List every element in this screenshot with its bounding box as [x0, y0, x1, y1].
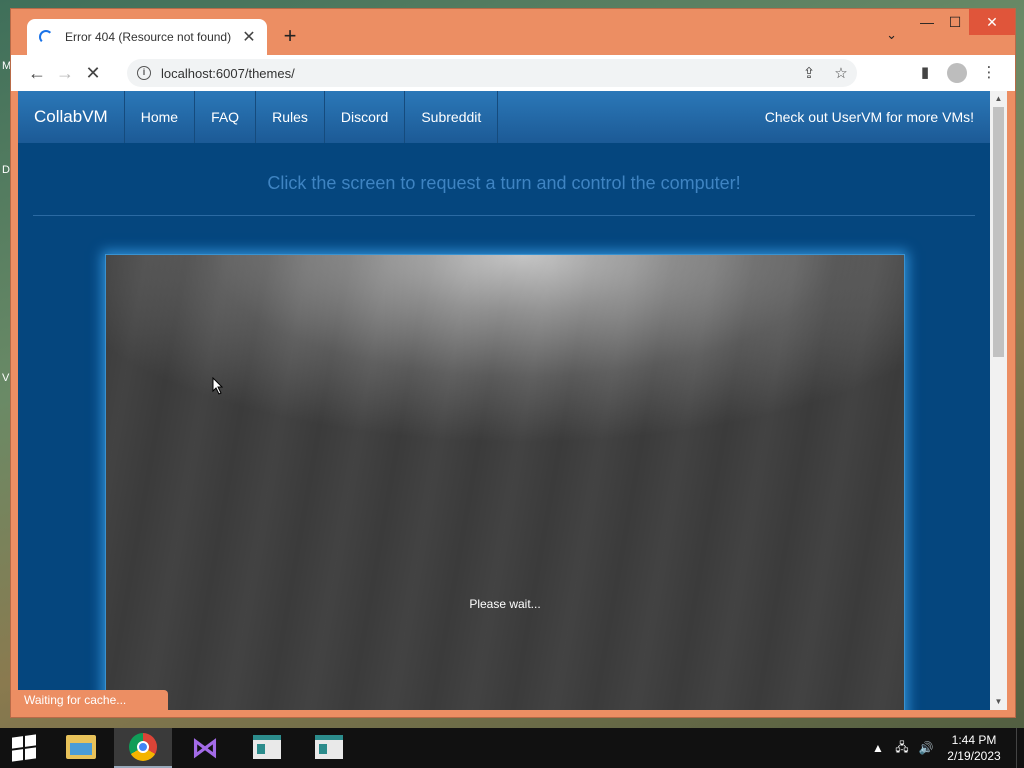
nav-rules[interactable]: Rules — [256, 91, 325, 143]
clock[interactable]: 1:44 PM 2/19/2023 — [938, 732, 1010, 764]
app-window-icon — [315, 735, 343, 759]
bookmark-star-icon[interactable]: ☆ — [825, 64, 857, 82]
window-controls: — ☐ ✕ — [913, 9, 1015, 37]
scroll-down-arrow-icon[interactable]: ▼ — [990, 694, 1007, 710]
taskbar-file-explorer[interactable] — [52, 728, 110, 768]
share-icon[interactable]: ⇪ — [793, 64, 825, 82]
address-bar[interactable]: i localhost:6007/themes/ ⇪ ☆ — [127, 59, 857, 87]
folder-icon — [66, 735, 96, 759]
desktop-icon-label-d: D — [2, 164, 10, 176]
browser-toolbar: ← → ✕ i localhost:6007/themes/ ⇪ ☆ ▮ ⋮ — [11, 55, 1015, 91]
vm-wallpaper — [106, 255, 904, 710]
loading-spinner-icon — [39, 30, 53, 44]
tab-search-chevron-icon[interactable]: ⌄ — [886, 27, 897, 43]
browser-window: Error 404 (Resource not found) ✕ + ⌄ — ☐… — [10, 8, 1016, 718]
start-button[interactable] — [0, 728, 48, 768]
menu-kebab-icon[interactable]: ⋮ — [973, 59, 1005, 87]
nav-home[interactable]: Home — [125, 91, 196, 143]
taskbar-visual-studio[interactable]: ⋈ — [176, 728, 234, 768]
page-viewport: CollabVM Home FAQ Rules Discord Subreddi… — [18, 91, 990, 710]
chrome-icon — [129, 733, 157, 761]
site-navbar: CollabVM Home FAQ Rules Discord Subreddi… — [18, 91, 990, 143]
turn-request-message: Click the screen to request a turn and c… — [267, 173, 741, 193]
toolbar-right: ▮ ⋮ — [909, 59, 1005, 87]
visual-studio-icon: ⋈ — [191, 731, 219, 763]
mouse-cursor-icon — [212, 377, 224, 395]
tab-title: Error 404 (Resource not found) — [65, 30, 232, 44]
nav-faq[interactable]: FAQ — [195, 91, 257, 143]
status-bubble: Waiting for cache... — [18, 690, 168, 711]
site-info-icon[interactable]: i — [137, 66, 151, 80]
taskbar-app-window-2[interactable] — [300, 728, 358, 768]
windows-logo-icon — [12, 734, 36, 762]
nav-subreddit[interactable]: Subreddit — [405, 91, 499, 143]
scroll-up-arrow-icon[interactable]: ▲ — [990, 91, 1007, 107]
clock-time: 1:44 PM — [951, 733, 997, 747]
divider — [33, 215, 975, 216]
scroll-thumb[interactable] — [993, 107, 1004, 357]
volume-icon[interactable]: 🔊 — [914, 741, 938, 755]
url-text[interactable]: localhost:6007/themes/ — [161, 66, 793, 81]
tab-close-icon[interactable]: ✕ — [241, 27, 257, 47]
back-arrow-icon[interactable]: ← — [23, 59, 51, 87]
forward-arrow-icon[interactable]: → — [51, 59, 79, 87]
tray-chevron-up-icon[interactable]: ▲ — [866, 741, 890, 755]
maximize-button[interactable]: ☐ — [941, 9, 969, 35]
side-panel-icon[interactable]: ▮ — [909, 59, 941, 87]
taskbar-chrome[interactable] — [114, 728, 172, 768]
tab-active[interactable]: Error 404 (Resource not found) ✕ — [27, 19, 267, 55]
page-scrollbar[interactable]: ▲ ▼ — [990, 91, 1007, 710]
app-window-icon — [253, 735, 281, 759]
new-tab-button[interactable]: + — [279, 23, 301, 49]
taskbar: ⋈ ▲ 🖧 🔊 1:44 PM 2/19/2023 — [0, 728, 1024, 768]
system-tray: ▲ 🖧 🔊 1:44 PM 2/19/2023 — [866, 728, 1024, 768]
profile-avatar-icon[interactable] — [941, 59, 973, 87]
clock-date: 2/19/2023 — [947, 749, 1001, 763]
show-desktop-button[interactable] — [1016, 728, 1024, 768]
desktop-icon-label-v: V — [2, 372, 10, 384]
network-icon[interactable]: 🖧 — [890, 738, 914, 759]
brand-link[interactable]: CollabVM — [18, 91, 125, 143]
stop-loading-icon[interactable]: ✕ — [79, 59, 107, 87]
vm-status-text: Please wait... — [469, 597, 541, 611]
nav-discord[interactable]: Discord — [325, 91, 406, 143]
uservm-link[interactable]: Check out UserVM for more VMs! — [765, 91, 990, 143]
close-window-button[interactable]: ✕ — [969, 9, 1015, 35]
tab-strip: Error 404 (Resource not found) ✕ + ⌄ — ☐… — [11, 9, 1015, 55]
taskbar-app-window-1[interactable] — [238, 728, 296, 768]
vm-display[interactable]: Please wait... — [105, 254, 905, 710]
minimize-button[interactable]: — — [913, 9, 941, 35]
